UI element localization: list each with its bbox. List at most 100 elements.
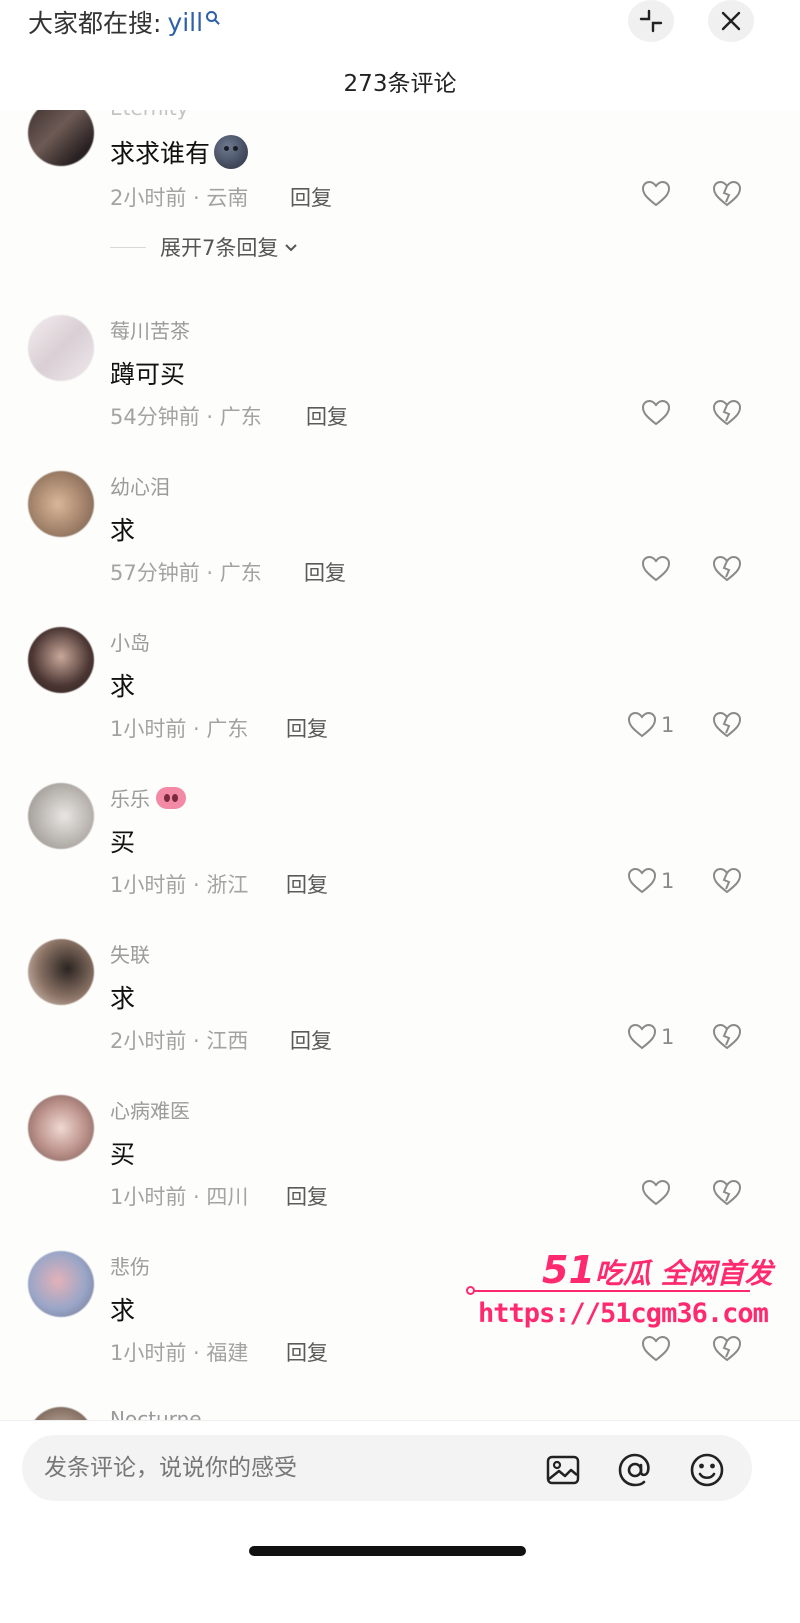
search-suggestion[interactable]: 大家都在搜: yill bbox=[28, 4, 218, 40]
like-button[interactable] bbox=[641, 180, 671, 208]
comment-username[interactable]: 悲伤 bbox=[110, 1251, 150, 1280]
avatar[interactable] bbox=[28, 1407, 94, 1420]
broken-heart-icon bbox=[712, 1023, 742, 1050]
watermark-dot bbox=[466, 1286, 475, 1295]
like-button[interactable] bbox=[641, 1335, 671, 1363]
emoji-button[interactable] bbox=[686, 1449, 728, 1491]
comment-text: 买 bbox=[110, 828, 136, 857]
pig-emoji-icon bbox=[156, 786, 186, 809]
heart-icon bbox=[627, 711, 657, 738]
comment-text: 求 bbox=[110, 516, 136, 545]
like-button[interactable]: 1 bbox=[627, 1023, 674, 1051]
dislike-button[interactable] bbox=[712, 711, 742, 743]
comment-text-content: 求求谁有 bbox=[110, 139, 211, 168]
heart-icon bbox=[641, 1335, 671, 1362]
comment-item: Eternity 求求谁有 2小时前 · 云南 回复 展开7条回复 bbox=[0, 110, 800, 300]
emoji-icon bbox=[690, 1453, 724, 1487]
avatar[interactable] bbox=[28, 471, 94, 537]
collapse-button[interactable] bbox=[628, 0, 674, 42]
like-count: 1 bbox=[661, 1025, 675, 1049]
like-button[interactable] bbox=[641, 555, 671, 583]
expand-replies-button[interactable]: 展开7条回复 bbox=[110, 232, 300, 262]
dislike-button[interactable] bbox=[712, 1023, 742, 1055]
like-button[interactable] bbox=[641, 399, 671, 427]
comment-input-box[interactable] bbox=[22, 1435, 752, 1501]
broken-heart-icon bbox=[712, 399, 742, 426]
reply-button[interactable]: 回复 bbox=[290, 182, 332, 212]
comment-item: 失联 求 2小时前 · 江西 回复 1 bbox=[0, 939, 800, 1095]
dislike-button[interactable] bbox=[712, 1179, 742, 1211]
reply-button[interactable]: 回复 bbox=[286, 1337, 328, 1367]
comment-text: 求 bbox=[110, 984, 136, 1013]
reply-button[interactable]: 回复 bbox=[286, 1181, 328, 1211]
comment-item: 小岛 求 1小时前 · 广东 回复 1 bbox=[0, 627, 800, 783]
broken-heart-icon bbox=[712, 555, 742, 582]
mention-button[interactable] bbox=[614, 1449, 656, 1491]
comment-count-title: 273条评论 bbox=[343, 71, 457, 97]
comment-username[interactable]: 莓川苦茶 bbox=[110, 315, 190, 344]
avatar[interactable] bbox=[28, 783, 94, 849]
reply-button[interactable]: 回复 bbox=[306, 401, 348, 431]
comment-item: 心病难医 买 1小时前 · 四川 回复 bbox=[0, 1095, 800, 1251]
reply-button[interactable]: 回复 bbox=[286, 713, 328, 743]
home-indicator[interactable] bbox=[249, 1546, 526, 1556]
dark-face-emoji-icon bbox=[214, 135, 249, 169]
close-icon bbox=[721, 11, 741, 31]
avatar[interactable] bbox=[28, 939, 94, 1005]
comment-list[interactable]: Eternity 求求谁有 2小时前 · 云南 回复 展开7条回复 莓川苦茶 蹲… bbox=[0, 110, 800, 1420]
like-button[interactable]: 1 bbox=[627, 711, 674, 739]
dislike-button[interactable] bbox=[712, 555, 742, 587]
comment-username[interactable]: Eternity bbox=[110, 110, 189, 120]
avatar[interactable] bbox=[28, 627, 94, 693]
broken-heart-icon bbox=[712, 180, 742, 207]
at-icon bbox=[618, 1453, 650, 1487]
dislike-button[interactable] bbox=[712, 1335, 742, 1367]
like-count: 1 bbox=[661, 869, 675, 893]
comment-composer bbox=[0, 1420, 800, 1623]
dislike-button[interactable] bbox=[712, 180, 742, 212]
comment-username[interactable]: 心病难医 bbox=[110, 1095, 190, 1124]
dislike-button[interactable] bbox=[712, 867, 742, 899]
comment-item: 乐乐 买 1小时前 · 浙江 回复 1 bbox=[0, 783, 800, 939]
reply-button[interactable]: 回复 bbox=[286, 869, 328, 899]
comment-username[interactable]: 小岛 bbox=[110, 627, 150, 656]
dislike-button[interactable] bbox=[712, 399, 742, 431]
comment-meta: 2小时前 · 江西 bbox=[110, 1029, 249, 1053]
like-button[interactable]: 1 bbox=[627, 867, 674, 895]
image-button[interactable] bbox=[542, 1449, 584, 1491]
image-icon bbox=[546, 1455, 580, 1485]
search-icon bbox=[206, 10, 218, 22]
search-suggestion-keyword[interactable]: yill bbox=[167, 8, 203, 37]
like-button[interactable] bbox=[641, 1179, 671, 1207]
comment-username[interactable]: 乐乐 bbox=[110, 783, 186, 812]
comment-item: 莓川苦茶 蹲可买 54分钟前 · 广东 回复 bbox=[0, 315, 800, 471]
chevron-down-icon bbox=[285, 244, 298, 252]
broken-heart-icon bbox=[712, 1335, 742, 1362]
comment-text: 蹲可买 bbox=[110, 360, 186, 389]
comment-username[interactable]: Nocturne bbox=[110, 1407, 202, 1420]
watermark: 51吃瓜 全网首发 https://51cgm36.com bbox=[466, 1248, 773, 1338]
avatar[interactable] bbox=[28, 110, 94, 166]
comment-input[interactable] bbox=[44, 1455, 524, 1481]
watermark-brand-text: 吃瓜 全网首发 bbox=[594, 1257, 773, 1290]
comment-item: 幼心泪 求 57分钟前 · 广东 回复 bbox=[0, 471, 800, 627]
heart-icon bbox=[641, 399, 671, 426]
search-suggestion-label: 大家都在搜: bbox=[28, 9, 162, 38]
watermark-url: https://51cgm36.com bbox=[478, 1298, 769, 1329]
reply-button[interactable]: 回复 bbox=[304, 557, 346, 587]
avatar[interactable] bbox=[28, 1251, 94, 1317]
heart-icon bbox=[627, 867, 657, 894]
comment-username[interactable]: 幼心泪 bbox=[110, 471, 170, 500]
reply-button[interactable]: 回复 bbox=[290, 1025, 332, 1055]
comment-item: Nocturne bbox=[0, 1407, 800, 1420]
watermark-brand-number: 51 bbox=[542, 1248, 595, 1292]
avatar[interactable] bbox=[28, 315, 94, 381]
comment-username[interactable]: 失联 bbox=[110, 939, 150, 968]
comment-meta: 57分钟前 · 广东 bbox=[110, 561, 262, 585]
close-button[interactable] bbox=[708, 0, 754, 42]
watermark-brand: 51吃瓜 全网首发 bbox=[542, 1248, 773, 1292]
divider bbox=[110, 246, 146, 248]
comment-text: 买 bbox=[110, 1140, 136, 1169]
watermark-line bbox=[470, 1290, 750, 1292]
avatar[interactable] bbox=[28, 1095, 94, 1161]
